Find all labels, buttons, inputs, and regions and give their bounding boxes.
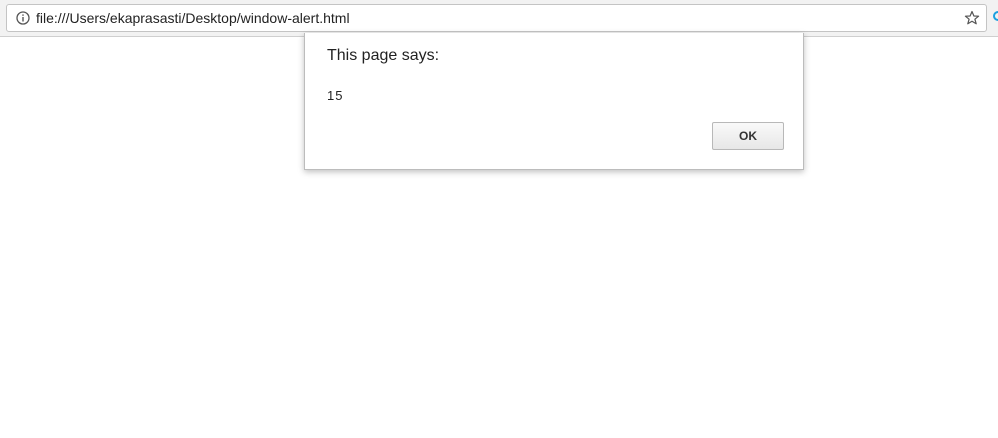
alert-message: 15 bbox=[327, 88, 344, 103]
alert-title: This page says: bbox=[327, 47, 440, 64]
browser-toolbar: file:///Users/ekaprasasti/Desktop/window… bbox=[0, 0, 998, 37]
alert-dialog: This page says: 15 OK bbox=[304, 33, 804, 170]
info-icon[interactable] bbox=[16, 11, 30, 25]
extension-icon[interactable] bbox=[993, 11, 998, 23]
star-icon[interactable] bbox=[964, 10, 980, 26]
url-text[interactable]: file:///Users/ekaprasasti/Desktop/window… bbox=[36, 10, 350, 26]
address-bar[interactable]: file:///Users/ekaprasasti/Desktop/window… bbox=[6, 4, 987, 32]
ok-button[interactable]: OK bbox=[712, 122, 784, 150]
